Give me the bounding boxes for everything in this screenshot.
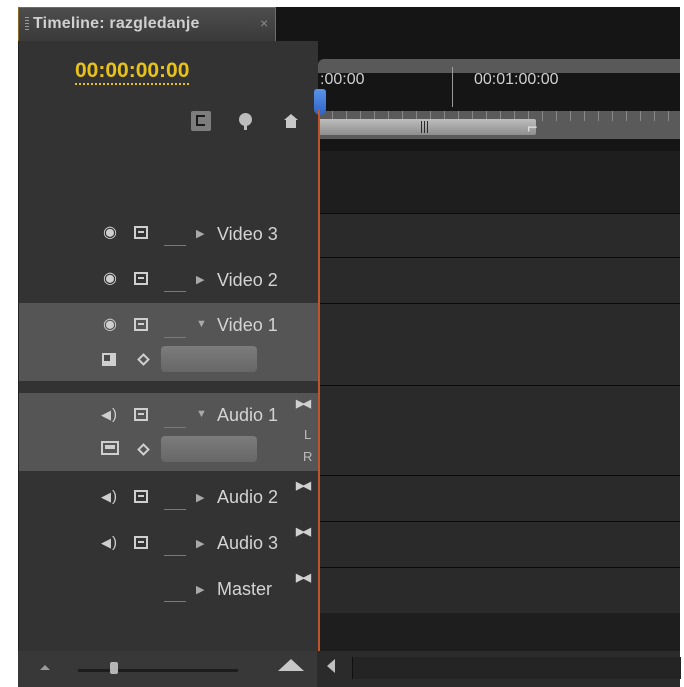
zoom-out-icon[interactable] [40,665,50,670]
sequence-area[interactable]: :00:00 00:01:00:00 ⌐ [314,41,680,651]
channel-left-label: L [304,427,312,442]
scroll-left-icon[interactable] [327,659,335,673]
keyframe-icon[interactable] [137,443,150,456]
zoom-controls [18,651,317,687]
tab-strip: Timeline: razgledanje × [18,7,680,41]
timeline-tab[interactable]: Timeline: razgledanje × [18,7,276,41]
track-divider [164,291,186,292]
display-style-icon[interactable] [102,353,116,366]
eye-icon[interactable] [103,270,117,288]
track-divider [164,337,186,338]
track-audio-2: ▶ Audio 2 ▶◀ [19,475,318,519]
lane-video-1[interactable] [318,303,680,385]
track-video-2: ▶ Video 2 [19,259,318,299]
track-divider [164,509,186,510]
expand-triangle-icon[interactable]: ▶ [196,227,204,240]
track-name: Video 2 [217,270,278,290]
track-divider [164,427,186,428]
playhead-line [318,109,320,651]
current-timecode[interactable]: 00:00:00:00 [75,59,190,85]
track-divider [164,601,186,602]
timeline-footer [18,651,681,687]
eye-icon[interactable] [103,224,117,242]
work-area-grip-icon[interactable] [421,121,429,133]
waveform-icon[interactable] [101,441,119,455]
lock-icon[interactable] [134,536,148,549]
track-header-pane: 00:00:00:00 ▶ Video 3 ▶ Video 2 ▼ Video … [18,41,318,651]
sync-icon[interactable]: ▶◀ [296,397,311,410]
lock-icon[interactable] [134,226,148,239]
lock-icon[interactable] [134,408,148,421]
tab-title: Timeline: razgledanje [33,15,200,32]
keyframe-icon[interactable] [137,353,150,366]
marker-icon[interactable] [236,111,256,131]
track-name: Video 3 [217,224,278,244]
home-icon[interactable] [281,111,301,131]
work-area-end-icon[interactable]: ⌐ [527,117,538,138]
eye-icon[interactable] [103,316,117,334]
zoom-in-icon[interactable] [278,659,304,671]
collapse-triangle-icon[interactable]: ▼ [196,318,207,330]
track-divider [164,245,186,246]
ruler-major-tick [452,67,453,107]
lock-icon[interactable] [134,318,148,331]
time-ruler[interactable]: :00:00 00:01:00:00 ⌐ [314,41,680,151]
lane-video-3[interactable] [318,213,680,257]
collapse-triangle-icon[interactable]: ▼ [196,408,207,420]
zoom-slider-thumb[interactable] [110,662,118,674]
track-name: Audio 2 [217,487,279,507]
track-name: Audio 1 [217,405,279,425]
lane-audio-3[interactable] [318,521,680,567]
expand-triangle-icon[interactable]: ▶ [196,537,204,550]
track-name: Master [217,579,273,599]
lane-audio-1[interactable] [318,385,680,475]
lane-audio-2[interactable] [318,475,680,521]
tab-grip-icon[interactable] [25,17,29,31]
close-icon[interactable]: × [260,15,268,31]
playhead-icon[interactable] [314,89,326,115]
keyframe-field[interactable] [161,436,257,462]
speaker-icon[interactable] [101,488,117,506]
keyframe-field[interactable] [161,346,257,372]
track-name: Audio 3 [217,533,279,553]
ruler-label: 00:01:00:00 [474,71,559,88]
lock-icon[interactable] [134,272,148,285]
track-video-1: ▼ Video 1 [19,303,318,381]
zoom-slider[interactable] [78,669,238,672]
speaker-icon[interactable] [101,406,117,424]
expand-triangle-icon[interactable]: ▶ [196,583,204,596]
ruler-label: :00:00 [320,71,365,88]
timeline-panel: Timeline: razgledanje × 00:00:00:00 ▶ Vi… [18,7,681,687]
lock-icon[interactable] [134,490,148,503]
sync-icon[interactable]: ▶◀ [296,571,311,584]
horizontal-scrollbar[interactable] [352,657,681,679]
expand-triangle-icon[interactable]: ▶ [196,273,204,286]
lane-video-2[interactable] [318,257,680,303]
lane-master[interactable] [318,567,680,613]
track-audio-3: ▶ Audio 3 ▶◀ [19,521,318,565]
track-master: ▶ Master ▶◀ [19,567,318,611]
track-video-3: ▶ Video 3 [19,213,318,253]
channel-right-label: R [303,449,313,464]
expand-triangle-icon[interactable]: ▶ [196,491,204,504]
track-divider [164,555,186,556]
sync-icon[interactable]: ▶◀ [296,479,311,492]
snap-icon[interactable] [191,111,211,131]
speaker-icon[interactable] [101,534,117,552]
sync-icon[interactable]: ▶◀ [296,525,311,538]
track-audio-1: ▼ Audio 1 ▶◀ L R [19,393,318,471]
track-name: Video 1 [217,315,278,335]
